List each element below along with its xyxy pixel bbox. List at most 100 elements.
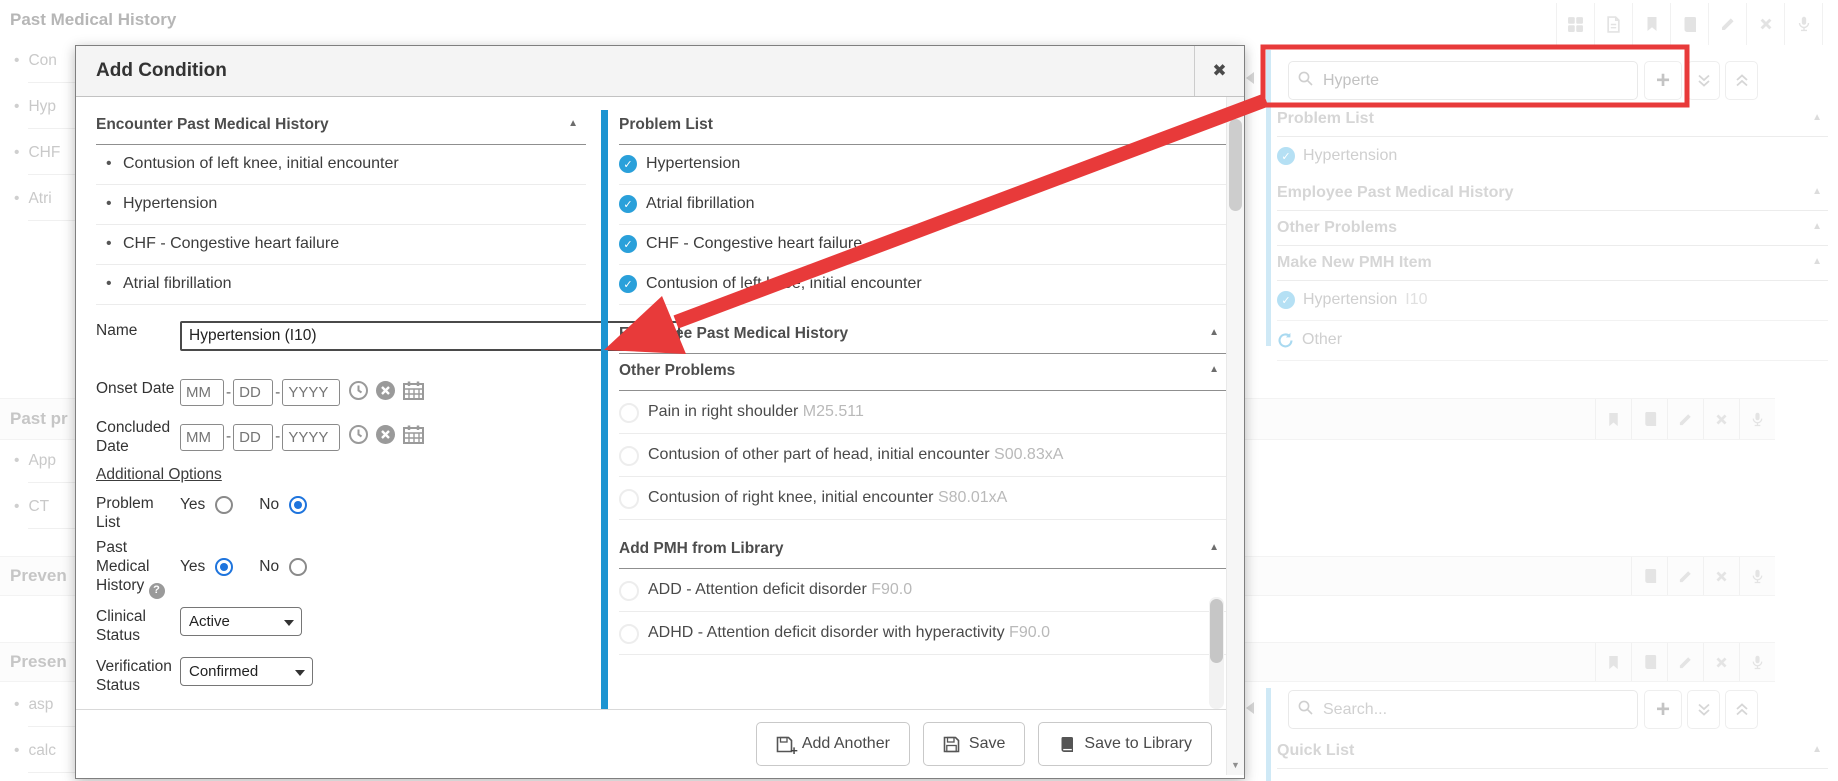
onset-year-input[interactable] [282,379,340,406]
add-pmh-button[interactable]: + [1644,61,1682,100]
save-button[interactable]: Save [923,722,1025,766]
library-item[interactable]: ADD - Attention deficit disorder F90.0 [619,569,1226,612]
list-item[interactable]: •calc [14,742,84,781]
concluded-day-input[interactable] [233,424,273,451]
other-problem-item[interactable]: Pain in right shoulder M25.511 [619,391,1226,434]
collapse-all-button[interactable] [1725,61,1758,100]
problem-item-selected[interactable]: ✓Atrial fibrillation [619,185,1226,225]
scroll-down-arrow[interactable]: ▼ [1227,760,1244,770]
clear-date-icon[interactable] [375,380,396,406]
pencil-icon[interactable] [1667,399,1703,439]
book-icon[interactable] [1671,3,1709,45]
clear-date-icon[interactable] [375,424,396,450]
calendar-icon[interactable] [402,380,425,406]
microphone-icon[interactable] [1739,557,1775,595]
additional-options-link[interactable]: Additional Options [96,466,222,484]
list-item[interactable]: •CT [14,498,84,544]
list-item[interactable]: •Atri [14,190,84,236]
document-icon[interactable] [1595,3,1633,45]
section-employee-pmh[interactable]: Employee Past Medical History▲ [619,317,1226,354]
clinical-status-select[interactable]: Active [180,607,302,636]
panel-section-other-problems[interactable]: Other Problems▲ [1277,211,1828,246]
list-item[interactable]: •Con [14,52,84,98]
panel-item-hypertension[interactable]: ✓Hypertension [1277,137,1828,176]
add-another-button[interactable]: + Add Another [756,722,910,766]
collapse-panel-arrow[interactable] [1246,702,1254,714]
onset-month-input[interactable] [180,379,224,406]
section-encounter-pmh[interactable]: Encounter Past Medical History▲ [96,108,586,145]
list-item[interactable]: •Hyp [14,98,84,144]
encounter-item[interactable]: •Atrial fibrillation [96,265,586,305]
close-x-icon[interactable] [1703,399,1739,439]
close-x-icon[interactable] [1747,3,1785,45]
list-item[interactable]: •asp [14,696,84,742]
plus-icon: + [1656,698,1670,722]
problem-list-no-radio[interactable] [289,496,307,514]
close-x-icon[interactable] [1703,557,1739,595]
pmh-search-input[interactable] [1321,71,1629,91]
encounter-item[interactable]: •Contusion of left knee, initial encount… [96,145,586,185]
scroll-up-arrow[interactable]: ▲ [1227,102,1244,112]
panel-section-employee-pmh[interactable]: Employee Past Medical History▲ [1277,176,1828,211]
problem-list-yes-radio[interactable] [215,496,233,514]
clock-icon[interactable] [348,380,369,406]
panel-item-other[interactable]: Other [1277,321,1828,361]
panel-item-new-hypertension[interactable]: ✓HypertensionI10 [1277,281,1828,321]
grid-icon[interactable] [1556,3,1595,45]
pencil-icon[interactable] [1709,3,1747,45]
clock-icon[interactable] [348,424,369,450]
encounter-item[interactable]: •CHF - Congestive heart failure [96,225,586,265]
name-label: Name [96,321,180,351]
microphone-icon[interactable] [1739,643,1775,681]
save-to-library-button[interactable]: Save to Library [1038,722,1212,766]
bookmark-icon[interactable] [1633,3,1671,45]
book-icon[interactable] [1631,399,1667,439]
problem-item-selected[interactable]: ✓Contusion of left knee, initial encount… [619,265,1226,305]
bookmark-icon[interactable] [1595,643,1631,681]
microphone-icon[interactable] [1739,399,1775,439]
quick-search-input[interactable] [1321,700,1629,720]
list-item[interactable]: •App [14,452,84,498]
pmh-yes-radio[interactable] [215,558,233,576]
past-medical-history-label: Past Medical History ? [96,538,180,599]
bookmark-icon[interactable] [1595,399,1631,439]
section-title: Preven [10,566,67,586]
onset-day-input[interactable] [233,379,273,406]
panel-section-make-new-pmh[interactable]: Make New PMH Item▲ [1277,246,1828,281]
calendar-icon[interactable] [402,424,425,450]
section-other-problems[interactable]: Other Problems▲ [619,354,1226,391]
expand-all-button[interactable] [1687,690,1720,729]
microphone-icon[interactable] [1785,3,1823,45]
problem-item-selected[interactable]: ✓CHF - Congestive heart failure [619,225,1226,265]
help-icon[interactable]: ? [149,583,165,599]
scrollbar-thumb[interactable] [1229,119,1242,211]
check-circle-icon: ✓ [1277,147,1295,165]
verification-status-select[interactable]: Confirmed [180,657,313,686]
scrollbar-thumb[interactable] [1210,599,1223,663]
panel-section-quick-list[interactable]: Quick List▲ [1277,734,1828,769]
pmh-search-box [1288,61,1638,100]
book-icon[interactable] [1631,557,1667,595]
other-problem-item[interactable]: Contusion of other part of head, initial… [619,434,1226,477]
pencil-icon[interactable] [1667,557,1703,595]
check-circle-icon: ✓ [619,195,637,213]
concluded-year-input[interactable] [282,424,340,451]
modal-close-button[interactable]: ✖ [1194,46,1244,96]
encounter-item[interactable]: •Hypertension [96,185,586,225]
expand-all-button[interactable] [1687,61,1720,100]
section-problem-list[interactable]: Problem List▲ [619,108,1226,145]
list-item[interactable]: •CHF [14,144,84,190]
panel-section-problem-list[interactable]: Problem List▲ [1277,102,1828,137]
pmh-no-radio[interactable] [289,558,307,576]
add-quick-button[interactable]: + [1644,690,1682,729]
concluded-month-input[interactable] [180,424,224,451]
close-x-icon[interactable] [1703,643,1739,681]
book-icon[interactable] [1631,643,1667,681]
collapse-all-button[interactable] [1725,690,1758,729]
pencil-icon[interactable] [1667,643,1703,681]
library-item[interactable]: ADHD - Attention deficit disorder with h… [619,612,1226,655]
collapse-panel-arrow[interactable] [1246,72,1254,84]
section-add-pmh-library[interactable]: Add PMH from Library▲ [619,532,1226,569]
problem-item-selected[interactable]: ✓Hypertension [619,145,1226,185]
other-problem-item[interactable]: Contusion of right knee, initial encount… [619,477,1226,520]
